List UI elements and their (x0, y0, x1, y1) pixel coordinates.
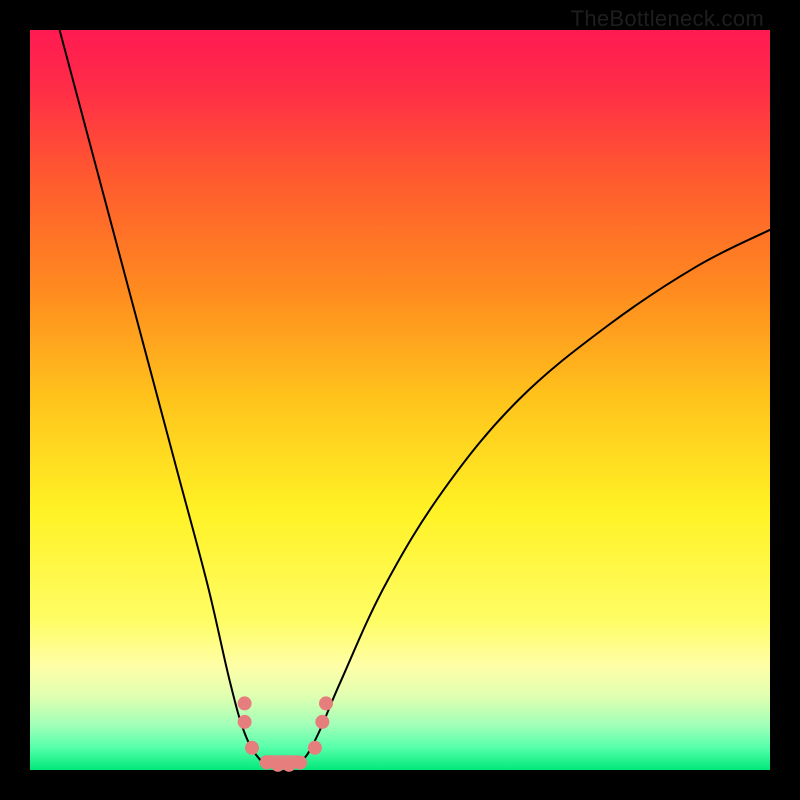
watermark-text: TheBottleneck.com (571, 6, 764, 32)
data-marker (308, 741, 322, 755)
data-marker (238, 715, 252, 729)
data-marker (245, 741, 259, 755)
data-marker (238, 696, 252, 710)
data-marker (315, 715, 329, 729)
data-marker (319, 696, 333, 710)
bottleneck-curve (60, 30, 770, 767)
chart-overlay (30, 30, 770, 770)
data-marker (293, 756, 307, 770)
